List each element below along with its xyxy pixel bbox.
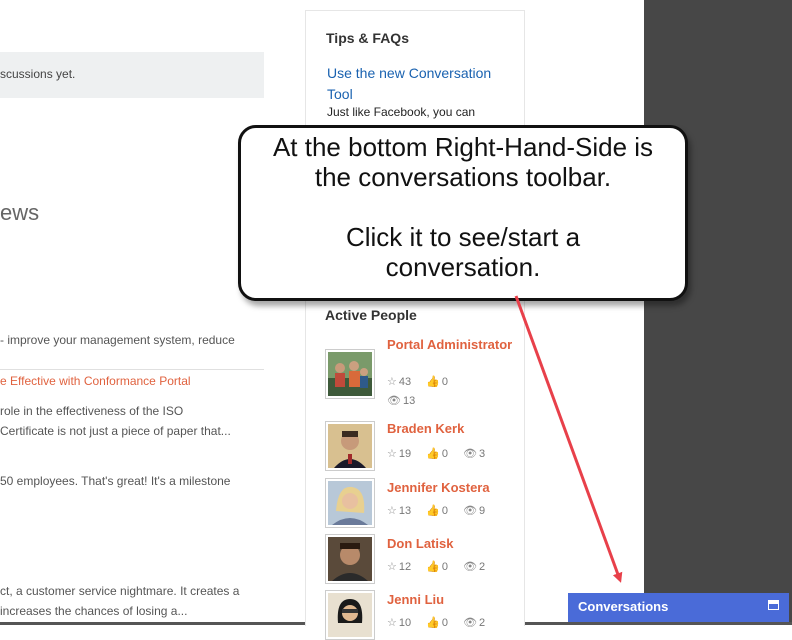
news-snippet: increases the chances of losing a...: [0, 604, 188, 618]
person-name[interactable]: Portal Administrator: [387, 338, 512, 352]
star-icon: ☆: [387, 376, 397, 388]
like-count: 0: [441, 505, 449, 517]
page-background-right: [644, 0, 792, 625]
thumbs-up-icon: 👍: [426, 561, 440, 573]
tips-title: Tips & FAQs: [326, 30, 409, 46]
conversations-toolbar[interactable]: Conversations: [568, 593, 789, 622]
person-name[interactable]: Braden Kerk: [387, 422, 464, 436]
view-count: 2: [479, 617, 486, 629]
like-count: 0: [441, 561, 449, 573]
news-snippet: ct, a customer service nightmare. It cre…: [0, 584, 240, 598]
view-count: 13: [402, 395, 416, 407]
person-stats: ☆ 43 👍 0: [387, 375, 460, 388]
news-snippet: 50 employees. That's great! It's a miles…: [0, 474, 231, 488]
person-name[interactable]: Jenni Liu: [387, 593, 444, 607]
person-item: Jennifer Kostera ☆ 13 👍 0 👁 9: [325, 478, 515, 528]
person-item: Braden Kerk ☆ 19 👍 0 👁 3: [325, 421, 515, 471]
tips-text: Just like Facebook, you can: [327, 105, 476, 119]
eye-icon: 👁: [463, 617, 478, 629]
conversations-label[interactable]: Conversations: [578, 599, 668, 614]
like-count: 0: [441, 617, 449, 629]
article-link[interactable]: e Effective with Conformance Portal: [0, 374, 191, 388]
news-snippet: role in the effectiveness of the ISO: [0, 404, 184, 418]
star-icon: ☆: [387, 448, 397, 460]
thumbs-up-icon: 👍: [426, 448, 440, 460]
person-stats: ☆ 12 👍 0 👁 2: [387, 560, 497, 573]
eye-icon: 👁: [463, 561, 478, 573]
person-stats: 👁 13: [387, 394, 427, 407]
thumbs-up-icon: 👍: [426, 376, 440, 388]
person-name[interactable]: Jennifer Kostera: [387, 481, 490, 495]
view-count: 2: [479, 561, 486, 573]
person-stats: ☆ 13 👍 0 👁 9: [387, 504, 497, 517]
avatar[interactable]: [325, 349, 375, 399]
star-icon: ☆: [387, 505, 397, 517]
news-snippet: Certificate is not just a piece of paper…: [0, 424, 231, 438]
like-count: 0: [441, 376, 449, 388]
instruction-callout: At the bottom Right-Hand-Side is the con…: [238, 125, 688, 301]
avatar[interactable]: [325, 590, 375, 640]
no-discussions-notice: scussions yet.: [0, 52, 264, 98]
callout-line: the conversations toolbar.: [314, 162, 612, 192]
star-icon: ☆: [387, 617, 397, 629]
person-item: Portal Administrator ☆ 43 👍 0 👁 13: [325, 337, 515, 407]
like-count: 0: [441, 448, 449, 460]
callout-line: Click it to see/start a: [345, 222, 581, 252]
thumbs-up-icon: 👍: [426, 617, 440, 629]
star-count: 12: [398, 561, 412, 573]
star-count: 19: [398, 448, 412, 460]
person-stats: ☆ 19 👍 0 👁 3: [387, 447, 497, 460]
avatar[interactable]: [325, 421, 375, 471]
view-count: 9: [479, 505, 486, 517]
callout-line: conversation.: [385, 252, 541, 282]
star-count: 10: [398, 617, 412, 629]
eye-icon: 👁: [387, 395, 401, 407]
callout-line: At the bottom Right-Hand-Side is: [272, 132, 654, 162]
avatar[interactable]: [325, 478, 375, 528]
avatar[interactable]: [325, 534, 375, 584]
person-item: Don Latisk ☆ 12 👍 0 👁 2: [325, 534, 515, 584]
notice-text: scussions yet.: [0, 67, 76, 81]
window-icon[interactable]: [768, 600, 779, 610]
thumbs-up-icon: 👍: [426, 505, 440, 517]
eye-icon: 👁: [463, 448, 478, 460]
divider: [0, 369, 264, 370]
conversation-tool-link[interactable]: Use the new Conversation Tool: [327, 63, 507, 105]
star-count: 43: [398, 376, 412, 388]
view-count: 3: [479, 448, 486, 460]
callout-text: At the bottom Right-Hand-Side is the con…: [241, 132, 685, 282]
person-name[interactable]: Don Latisk: [387, 537, 453, 551]
eye-icon: 👁: [463, 505, 478, 517]
news-snippet: - improve your management system, reduce: [0, 333, 235, 347]
star-count: 13: [398, 505, 412, 517]
star-icon: ☆: [387, 561, 397, 573]
news-heading: ews: [0, 200, 40, 225]
person-item: Jenni Liu ☆ 10 👍 0 👁 2: [325, 590, 515, 640]
active-people-title: Active People: [325, 307, 417, 323]
person-stats: ☆ 10 👍 0 👁 2: [387, 616, 497, 629]
